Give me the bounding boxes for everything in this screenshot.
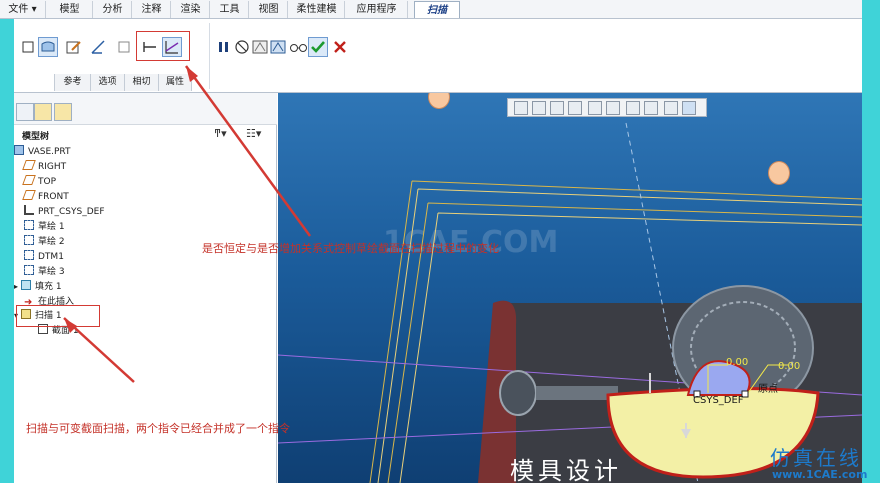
sketch-icon — [24, 250, 34, 260]
tree-item-sketch-1[interactable]: 草绘 1 — [24, 220, 65, 234]
edit-sketch-icon[interactable] — [66, 39, 82, 55]
tree-item-front[interactable]: FRONT — [22, 190, 69, 204]
full-preview-icon[interactable] — [270, 39, 286, 55]
model-tree-tab-icon[interactable] — [16, 103, 34, 121]
folder-browser-tab-icon[interactable] — [34, 103, 52, 121]
view-manager-icon[interactable] — [626, 101, 640, 115]
zoom-out-icon[interactable] — [550, 101, 564, 115]
tree-item-top[interactable]: TOP — [22, 175, 56, 189]
model-tree-toolbar — [14, 93, 277, 125]
ribbon-subtabs: 参考 选项 相切 属性 — [54, 74, 194, 91]
tree-item-right[interactable]: RIGHT — [22, 160, 66, 174]
origin-label: 原点 — [758, 384, 778, 395]
surface-icon[interactable] — [38, 37, 58, 57]
ribbon-separator — [209, 23, 210, 89]
subtab-tangency[interactable]: 相切 — [124, 74, 158, 91]
tab-render[interactable]: 渲染 — [172, 1, 210, 18]
model-tree-title: 模型树 — [22, 132, 50, 142]
tree-item-sketch-2[interactable]: 草绘 2 — [24, 235, 65, 249]
section-mode-highlight — [136, 31, 190, 61]
tab-sweep[interactable]: 扫描 — [414, 1, 460, 18]
tab-annotate[interactable]: 注释 — [133, 1, 171, 18]
sweep-item-highlight — [16, 305, 100, 327]
part-icon — [14, 145, 24, 155]
datum-display-icon[interactable] — [664, 101, 678, 115]
dimension-left[interactable]: 0.00 — [726, 357, 748, 368]
datum-plane-icon — [22, 175, 36, 185]
repaint-icon[interactable] — [568, 101, 582, 115]
subtab-references[interactable]: 参考 — [54, 74, 90, 91]
csys-label: CSYS_DEF — [693, 395, 744, 406]
tab-model[interactable]: 模型 — [47, 1, 93, 18]
fill-icon — [21, 280, 32, 290]
tree-columns-icon[interactable]: ☷▾ — [246, 127, 272, 141]
tree-item-dtm1[interactable]: DTM1 — [24, 250, 64, 264]
tree-item-part[interactable]: VASE.PRT — [14, 145, 71, 159]
display-style-icon[interactable] — [588, 101, 602, 115]
cartoon-avatar-icon — [768, 161, 790, 185]
datum-plane-icon — [22, 160, 36, 170]
tab-view[interactable]: 视图 — [250, 1, 288, 18]
saved-orientations-icon[interactable] — [606, 101, 620, 115]
perspective-icon[interactable] — [644, 101, 658, 115]
solid-icon[interactable] — [20, 39, 36, 55]
tree-item-csys[interactable]: PRT_CSYS_DEF — [24, 205, 105, 219]
right-edge-strip — [862, 0, 880, 483]
menu-bar: 文件 ▾ 模型 分析 注释 渲染 工具 视图 柔性建模 应用程序 扫描 — [0, 0, 862, 19]
sweep-ribbon: 参考 选项 相切 属性 — [14, 19, 862, 93]
sketch-icon — [24, 235, 34, 245]
brand-cn: 仿真在线 — [770, 446, 862, 470]
sketch-icon — [24, 220, 34, 230]
remove-material-icon[interactable] — [90, 39, 106, 55]
tab-flexible-modeling[interactable]: 柔性建模 — [289, 1, 345, 18]
ok-check-icon[interactable] — [308, 37, 328, 57]
tree-settings-icon[interactable]: ͳ▾ — [214, 127, 240, 141]
annotation-display-icon[interactable] — [682, 101, 696, 115]
subtab-options[interactable]: 选项 — [90, 74, 124, 91]
thicken-icon[interactable] — [116, 39, 132, 55]
cancel-x-icon[interactable] — [332, 39, 348, 55]
verify-glasses-icon[interactable] — [289, 39, 309, 55]
pause-icon[interactable] — [216, 39, 232, 55]
tab-file[interactable]: 文件 ▾ — [0, 1, 46, 18]
attached-preview-icon[interactable] — [252, 39, 268, 55]
tab-applications[interactable]: 应用程序 — [346, 1, 408, 18]
no-preview-icon[interactable] — [234, 39, 250, 55]
refit-icon[interactable] — [514, 101, 528, 115]
tab-analysis[interactable]: 分析 — [94, 1, 132, 18]
favorites-tab-icon[interactable] — [54, 103, 72, 121]
graphics-viewport[interactable]: 1CAE.COM 0.00 0.00 原点 CSYS_DEF 模具设计 — [278, 93, 862, 483]
bottom-caption: 模具设计 — [510, 457, 622, 483]
brand-url: www.1CAE.com — [772, 468, 868, 481]
model-graphics — [278, 122, 862, 483]
expand-arrow-icon[interactable]: ▸ — [14, 282, 18, 291]
annotation-bottom: 扫描与可变截面扫描，两个指令已经合并成了一个指令 — [26, 422, 290, 435]
view-toolbar — [507, 98, 707, 117]
dimension-right[interactable]: 0.00 — [778, 361, 800, 372]
coordinate-system-icon — [24, 205, 34, 215]
zoom-in-icon[interactable] — [532, 101, 546, 115]
left-edge-strip — [0, 0, 14, 483]
tree-item-sketch-3[interactable]: 草绘 3 — [24, 265, 65, 279]
sketch-icon — [24, 265, 34, 275]
annotation-top: 是否恒定与是否增加关系式控制草绘截面在扫描过程中的变化 — [202, 242, 499, 255]
subtab-properties[interactable]: 属性 — [158, 74, 192, 91]
tree-item-fill-1[interactable]: ▸ 填充 1 — [14, 280, 62, 294]
datum-plane-icon — [22, 190, 36, 200]
tab-tools[interactable]: 工具 — [211, 1, 249, 18]
